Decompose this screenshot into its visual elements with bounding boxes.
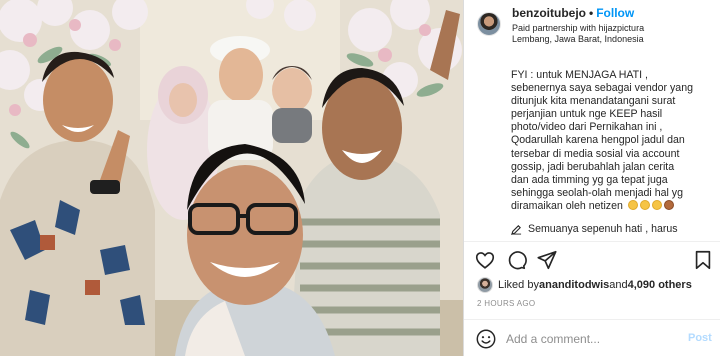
partnership-prefix: Paid partnership with <box>512 23 599 33</box>
caption-line-emoji: diramaikan oleh netizen <box>511 199 713 213</box>
post-comment-button[interactable]: Post <box>688 332 712 344</box>
separator-dot: • <box>589 6 594 20</box>
likes-prefix: Liked by <box>498 279 539 291</box>
caption-line: sebenernya saya sebagai vendor yang <box>511 82 693 95</box>
comment-input[interactable] <box>506 330 676 348</box>
wedding-selfie-image <box>0 0 463 356</box>
post-timestamp[interactable]: 2 HOURS AGO <box>477 299 535 308</box>
partner-link[interactable]: hijazpictura <box>599 23 645 33</box>
caption-line: sehingga seolah-olah menjadi hal yg <box>511 186 683 199</box>
caption-line: photo/video dari Pernikahan ini , <box>511 121 663 134</box>
post-photo[interactable] <box>0 0 463 356</box>
post-caption: FYI : untuk MENJAGA HATI , sebenernya sa… <box>511 69 713 239</box>
person-bowing-emoji-icon <box>663 199 674 210</box>
follow-button[interactable]: Follow <box>596 6 634 20</box>
liker-avatar[interactable] <box>477 277 493 293</box>
caption-line: tersebar di media sosial via account <box>511 147 680 160</box>
heart-icon[interactable] <box>474 249 496 271</box>
pen-icon <box>511 225 522 236</box>
caption-line: gossip, jadi berubahlah jalan cerita <box>511 160 675 173</box>
divider <box>464 241 720 242</box>
grin-emoji-icon <box>627 199 638 210</box>
paper-plane-icon[interactable] <box>536 249 558 271</box>
caption-line: Semuanya sepenuh hati , harus <box>528 223 678 236</box>
comment-box: Post <box>464 320 720 356</box>
location-link[interactable]: Lembang, Jawa Barat, Indonesia <box>512 34 644 44</box>
action-bar <box>464 246 720 272</box>
caption-line: ditunjuk kita menandatangani surat <box>511 95 676 108</box>
bookmark-icon[interactable] <box>692 249 714 271</box>
post-header: benzoitubejo • Follow Paid partnership wit… <box>464 0 720 44</box>
likes-count-link[interactable]: 4,090 others <box>628 279 692 291</box>
comment-icon[interactable] <box>505 249 527 271</box>
caption-next-line: Semuanya sepenuh hati , harus <box>511 223 713 236</box>
post-side-panel: benzoitubejo • Follow Paid partnership wit… <box>463 0 720 356</box>
emoji-picker-icon[interactable] <box>475 328 497 350</box>
username-link[interactable]: benzoitubejo <box>512 6 586 20</box>
smile-emoji-icon <box>639 199 650 210</box>
user-row: benzoitubejo • Follow <box>512 6 634 20</box>
liker-link[interactable]: ananditodwis <box>539 279 609 291</box>
caption-line: diramaikan oleh netizen <box>511 199 623 212</box>
sweat-emoji-icon <box>651 199 662 210</box>
likes-summary: Liked by ananditodwis and 4,090 others <box>477 276 692 294</box>
paid-partnership-label: Paid partnership with hijazpictura <box>512 23 644 33</box>
likes-middle: and <box>609 279 628 291</box>
caption-line: perjanjian untuk nge KEEP hasil <box>511 108 663 121</box>
caption-line: FYI : untuk MENJAGA HATI , <box>511 69 648 81</box>
avatar[interactable] <box>477 12 501 36</box>
caption-line: Qodarullah karena hengpol jadul dan <box>511 134 685 147</box>
caption-line: dan ada timming yg ga tepat juga <box>511 173 668 186</box>
